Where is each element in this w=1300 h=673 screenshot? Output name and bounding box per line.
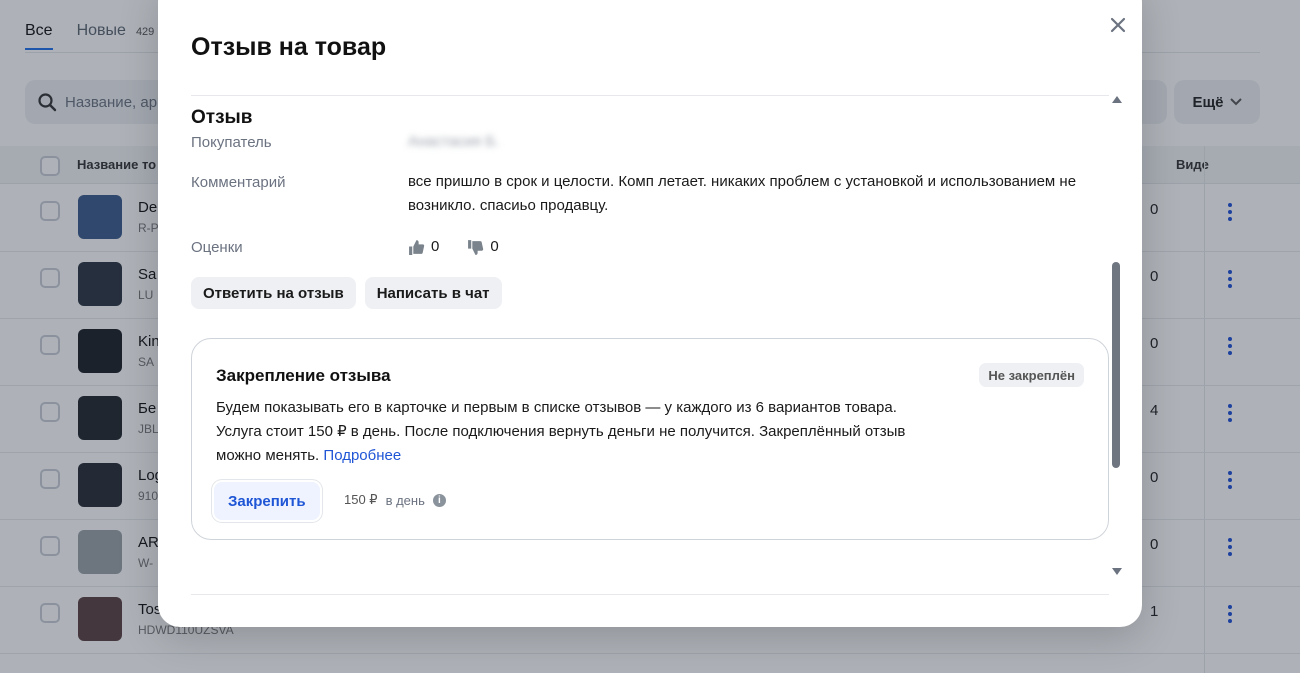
ratings: 0 0 bbox=[408, 235, 499, 259]
comment-label: Комментарий bbox=[191, 174, 286, 191]
pin-review-card: Закрепление отзыва Не закреплён Будем по… bbox=[191, 338, 1109, 540]
pin-text-line-2: Услуга стоит 150 ₽ в день. После подключ… bbox=[216, 423, 906, 440]
scrollbar[interactable] bbox=[1109, 96, 1123, 594]
pin-title: Закрепление отзыва bbox=[216, 366, 391, 385]
price-unit: в день bbox=[385, 492, 425, 508]
likes-count: 0 bbox=[431, 238, 440, 255]
price-value: 150 ₽ bbox=[344, 492, 378, 507]
close-icon bbox=[1110, 17, 1126, 33]
scroll-up-arrow-icon[interactable] bbox=[1112, 96, 1122, 103]
more-info-link[interactable]: Подробнее bbox=[323, 447, 401, 464]
buyer-label: Покупатель bbox=[191, 134, 272, 151]
scroll-down-arrow-icon[interactable] bbox=[1112, 568, 1122, 575]
pin-description: Будем показывать его в карточке и первым… bbox=[216, 396, 976, 468]
thumbs-down-icon bbox=[468, 239, 484, 255]
action-buttons: Ответить на отзыв Написать в чат bbox=[191, 277, 502, 309]
modal-title: Отзыв на товар bbox=[191, 33, 387, 61]
footer-divider bbox=[191, 594, 1109, 595]
info-icon[interactable]: i bbox=[432, 493, 446, 507]
review-modal: Отзыв на товар Отзыв Покупатель Анастаси… bbox=[158, 0, 1142, 627]
pin-text-line-3: можно менять. Подробнее bbox=[216, 444, 976, 468]
chat-button[interactable]: Написать в чат bbox=[364, 277, 502, 309]
pin-text-line-1: Будем показывать его в карточке и первым… bbox=[216, 399, 897, 416]
thumbs-up-icon bbox=[409, 239, 425, 255]
dislikes-count: 0 bbox=[490, 238, 499, 255]
reply-button[interactable]: Ответить на отзыв bbox=[191, 277, 356, 309]
pin-price: 150 ₽ в день i bbox=[344, 492, 446, 508]
ratings-label: Оценки bbox=[191, 239, 243, 256]
comment-text: все пришло в срок и целости. Комп летает… bbox=[408, 173, 1077, 214]
scrollbar-thumb[interactable] bbox=[1112, 262, 1120, 468]
pin-button[interactable]: Закрепить bbox=[214, 482, 320, 520]
pin-text-line-3-text: можно менять. bbox=[216, 447, 320, 464]
section-title: Отзыв bbox=[191, 107, 253, 128]
close-button[interactable] bbox=[1108, 15, 1128, 35]
modal-content: Отзыв Покупатель Анастасия Б. Комментари… bbox=[191, 96, 1109, 594]
buyer-name: Анастасия Б. bbox=[408, 133, 500, 150]
status-badge: Не закреплён bbox=[979, 363, 1084, 387]
